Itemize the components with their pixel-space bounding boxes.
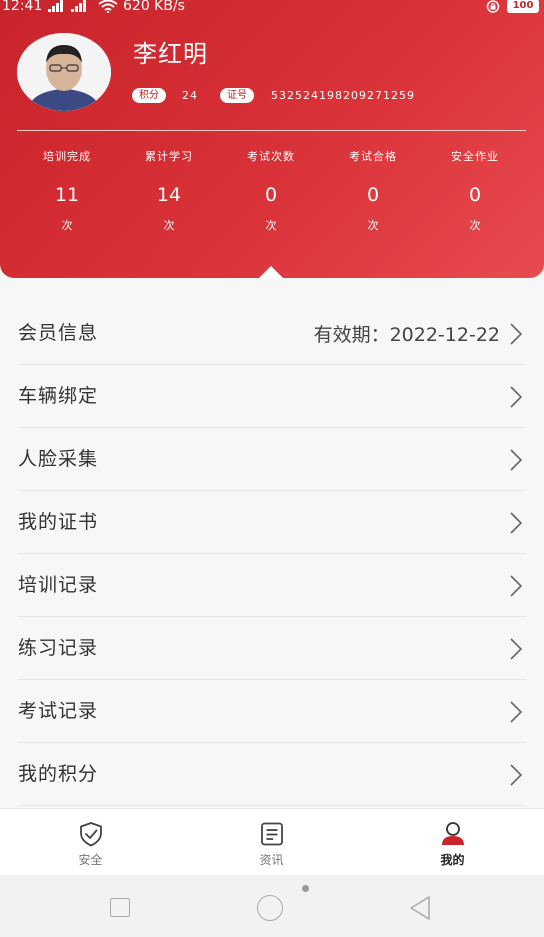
menu-item-label: 练习记录 (18, 637, 99, 659)
chevron-right-icon (510, 764, 522, 786)
menu-item-label: 我的证书 (18, 511, 99, 533)
tab-news[interactable]: 资讯 (181, 809, 362, 875)
points-value: 24 (182, 89, 198, 102)
stat-value: 11 (54, 184, 80, 206)
tab-label: 安全 (78, 853, 103, 867)
stat-value: 14 (156, 184, 182, 206)
cert-badge: 证号 (220, 88, 254, 103)
menu-item-my-certificates[interactable]: 我的证书 (18, 491, 526, 554)
stat-unit: 次 (265, 219, 277, 232)
header-pointer (258, 266, 284, 279)
stat-value: 0 (264, 184, 278, 206)
battery-indicator: 100 (507, 0, 539, 13)
stat-unit: 次 (61, 219, 73, 232)
stat-value: 0 (366, 184, 380, 206)
menu-item-training-records[interactable]: 培训记录 (18, 554, 526, 617)
chevron-right-icon (510, 638, 522, 660)
menu-item-practice-records[interactable]: 练习记录 (18, 617, 526, 680)
menu-item-label: 人脸采集 (18, 448, 99, 470)
shield-check-icon (79, 822, 102, 847)
stats-row: 培训完成 11 次 累计学习 14 次 考试次数 0 次 考试合格 0 次 安全… (16, 148, 526, 233)
system-navigation-bar (0, 875, 544, 937)
stat-unit: 次 (163, 219, 175, 232)
tab-label: 资讯 (259, 853, 284, 867)
chevron-right-icon (510, 701, 522, 723)
stat-label: 考试合格 (349, 150, 397, 163)
recent-apps-button[interactable] (110, 898, 130, 917)
avatar[interactable] (17, 33, 111, 111)
stat-training-completed[interactable]: 培训完成 11 次 (16, 148, 118, 233)
chevron-right-icon (510, 512, 522, 534)
cert-number: 532524198209271259 (271, 89, 415, 102)
stat-total-study[interactable]: 累计学习 14 次 (118, 148, 220, 233)
stat-exam-count[interactable]: 考试次数 0 次 (220, 148, 322, 233)
status-bar: 12:41 620 KB/s 100 (0, 0, 544, 16)
stat-unit: 次 (469, 219, 481, 232)
menu-item-label: 车辆绑定 (18, 385, 99, 407)
menu-item-exam-records[interactable]: 考试记录 (18, 680, 526, 743)
menu-item-label: 会员信息 (18, 322, 99, 344)
wifi-icon (98, 0, 118, 13)
user-icon (441, 822, 464, 845)
rotation-lock-icon (486, 0, 500, 13)
menu-item-member-info[interactable]: 会员信息 有效期：2022-12-22 (18, 302, 526, 365)
stat-value: 0 (468, 184, 482, 206)
network-speed: 620 KB/s (123, 0, 185, 14)
menu-item-vehicle-binding[interactable]: 车辆绑定 (18, 365, 526, 428)
chevron-right-icon (510, 323, 522, 345)
membership-expiry: 有效期：2022-12-22 (313, 324, 500, 346)
menu-item-label: 考试记录 (18, 700, 99, 722)
status-time: 12:41 (2, 0, 43, 14)
stat-unit: 次 (367, 219, 379, 232)
stat-label: 培训完成 (43, 150, 91, 163)
bottom-tab-bar: 安全 资讯 我的 (0, 808, 544, 875)
menu-item-my-points[interactable]: 我的积分 (18, 743, 526, 806)
avatar-photo (17, 33, 111, 111)
chevron-right-icon (510, 449, 522, 471)
stat-label: 安全作业 (451, 150, 499, 163)
menu-list: 会员信息 有效期：2022-12-22 车辆绑定 人脸采集 我的证书 培训记录 … (0, 302, 544, 806)
stat-exam-passed[interactable]: 考试合格 0 次 (322, 148, 424, 233)
menu-item-face-capture[interactable]: 人脸采集 (18, 428, 526, 491)
stat-label: 累计学习 (145, 150, 193, 163)
tab-mine[interactable]: 我的 (362, 809, 543, 875)
menu-item-label: 我的积分 (18, 763, 99, 785)
stat-label: 考试次数 (247, 150, 295, 163)
points-badge: 积分 (132, 88, 166, 103)
back-button[interactable] (408, 895, 432, 921)
nav-indicator-dot (302, 885, 309, 892)
user-name: 李红明 (133, 40, 208, 68)
header-divider (17, 130, 526, 131)
chevron-right-icon (510, 386, 522, 408)
chevron-right-icon (510, 575, 522, 597)
tab-label: 我的 (440, 853, 465, 867)
stat-safe-operation[interactable]: 安全作业 0 次 (424, 148, 526, 233)
tab-safety[interactable]: 安全 (0, 809, 181, 875)
cell-signal-icon (48, 0, 86, 12)
news-icon (260, 822, 283, 846)
menu-item-label: 培训记录 (18, 574, 99, 596)
home-button[interactable] (257, 895, 283, 921)
